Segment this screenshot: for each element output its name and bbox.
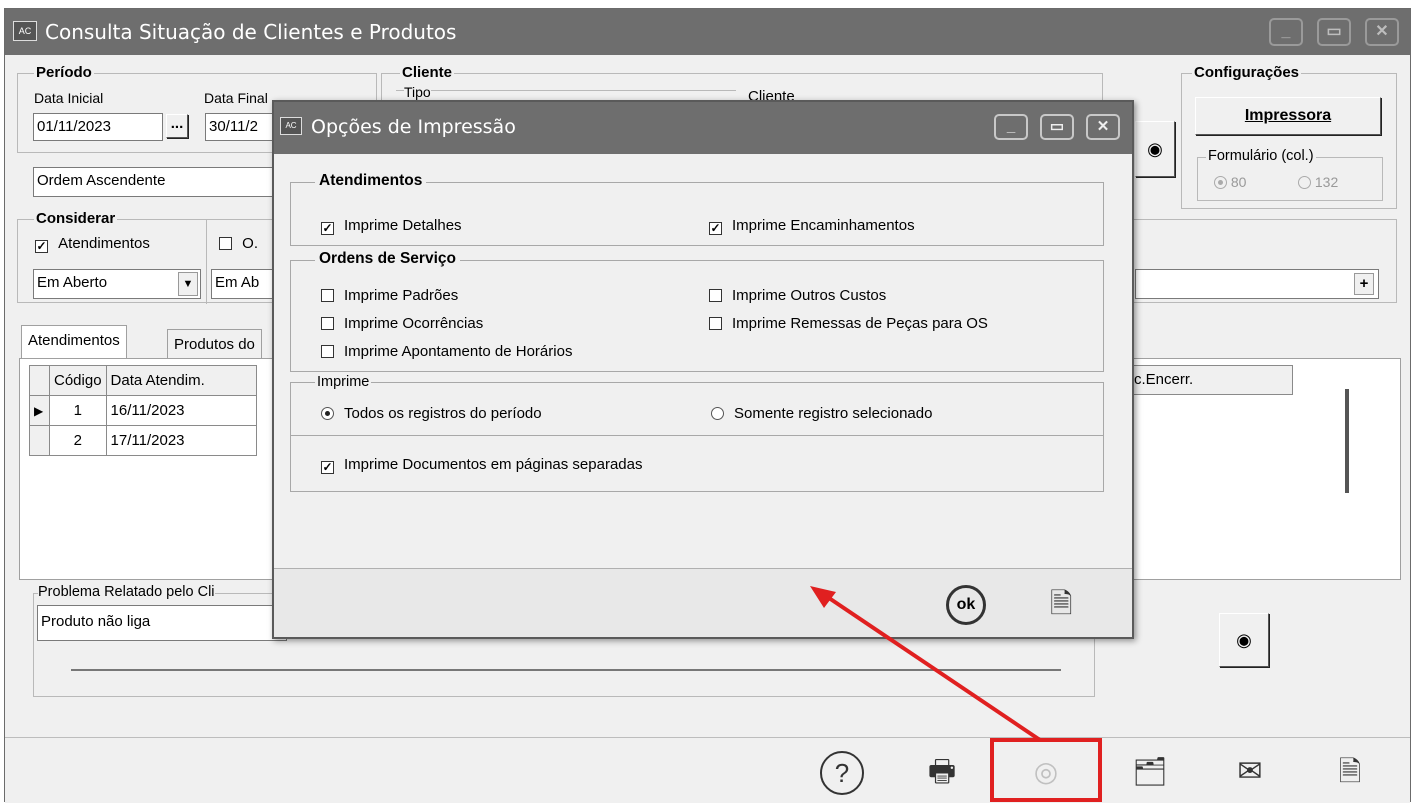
- annotation-arrow: [810, 586, 1042, 742]
